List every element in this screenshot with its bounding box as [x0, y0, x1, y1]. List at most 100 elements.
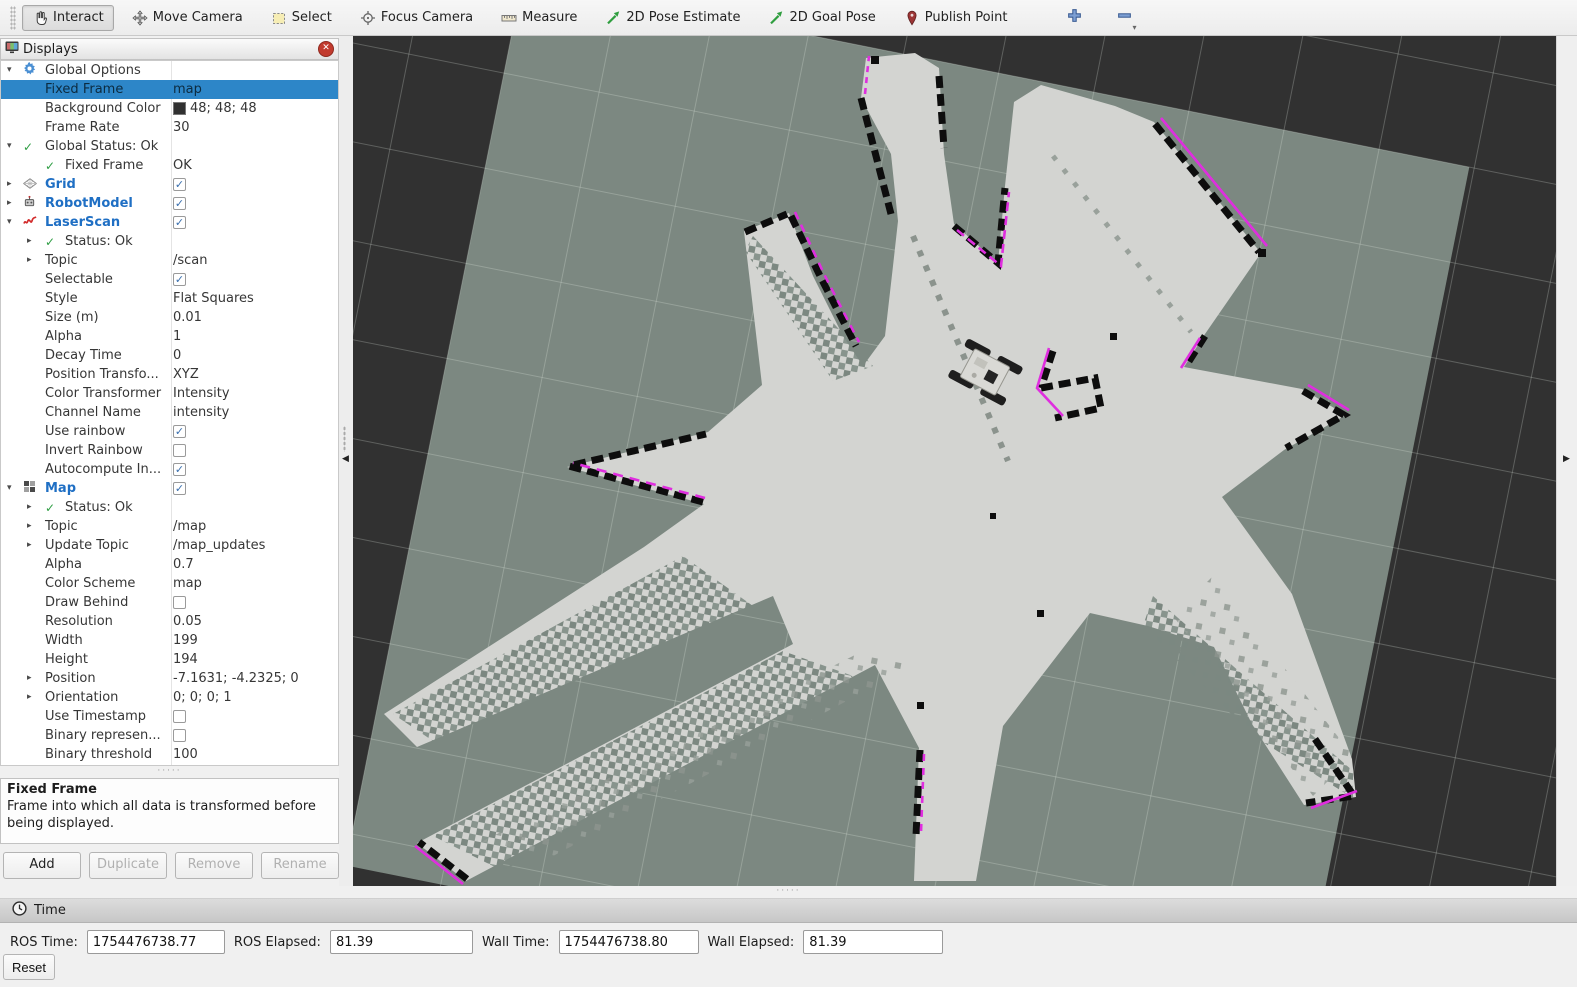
expander-right-icon[interactable]: ▸	[7, 175, 12, 194]
property-value[interactable]: 0.05	[173, 612, 202, 631]
tree-row-alpha[interactable]: Alpha0.7	[1, 555, 338, 574]
tool-publish-point[interactable]: Publish Point	[894, 5, 1018, 31]
ros-time-input[interactable]	[87, 930, 225, 954]
tree-row-orientation[interactable]: ▸Orientation0; 0; 0; 1	[1, 688, 338, 707]
time-splitter-handle[interactable]: ·····	[0, 886, 1577, 898]
add-tool-button[interactable]	[1061, 6, 1087, 30]
tree-row-decay-time[interactable]: Decay Time0	[1, 346, 338, 365]
tree-row-fixed-frame[interactable]: Fixed Framemap	[1, 80, 338, 99]
dropdown-arrow-icon[interactable]: ▾	[1132, 23, 1136, 32]
displays-titlebar[interactable]: Displays ✕	[0, 38, 339, 60]
checkbox-checked[interactable]: ✓	[173, 178, 186, 191]
property-value[interactable]: -7.1631; -4.2325; 0	[173, 669, 299, 688]
tree-row-position[interactable]: ▸Position-7.1631; -4.2325; 0	[1, 669, 338, 688]
property-value[interactable]: 1	[173, 327, 181, 346]
expander-right-icon[interactable]: ▸	[7, 194, 12, 213]
3d-viewport[interactable]	[353, 36, 1556, 886]
remove-button[interactable]: Remove	[175, 852, 253, 879]
tree-row-topic[interactable]: ▸Topic/map	[1, 517, 338, 536]
expander-right-icon[interactable]: ▸	[27, 517, 32, 536]
property-value[interactable]: 199	[173, 631, 198, 650]
expander-down-icon[interactable]: ▾	[7, 61, 12, 80]
checkbox-checked[interactable]: ✓	[173, 463, 186, 476]
wall-elapsed-input[interactable]	[803, 930, 943, 954]
tree-row-background-color[interactable]: Background Color48; 48; 48	[1, 99, 338, 118]
tree-row-grid[interactable]: ▸Grid✓	[1, 175, 338, 194]
property-value[interactable]: 100	[173, 745, 198, 764]
tree-row-resolution[interactable]: Resolution0.05	[1, 612, 338, 631]
tree-row-size-m[interactable]: Size (m)0.01	[1, 308, 338, 327]
checkbox-unchecked[interactable]	[173, 729, 186, 742]
property-value[interactable]: intensity	[173, 403, 229, 422]
tool-measure[interactable]: Measure	[491, 5, 587, 31]
tool-interact[interactable]: Interact	[22, 5, 114, 31]
tree-row-robotmodel[interactable]: ▸RobotModel✓	[1, 194, 338, 213]
tree-row-channel-name[interactable]: Channel Nameintensity	[1, 403, 338, 422]
right-panel-splitter[interactable]: ▶	[1556, 36, 1577, 886]
tree-row-laserscan[interactable]: ▾LaserScan✓	[1, 213, 338, 232]
tree-row-update-topic[interactable]: ▸Update Topic/map_updates	[1, 536, 338, 555]
tree-row-invert-rainbow[interactable]: Invert Rainbow	[1, 441, 338, 460]
tool-2d-pose-estimate[interactable]: 2D Pose Estimate	[595, 5, 750, 31]
tree-row-global-options[interactable]: ▾Global Options	[1, 61, 338, 80]
tree-row-style[interactable]: StyleFlat Squares	[1, 289, 338, 308]
close-icon[interactable]: ✕	[318, 41, 334, 57]
tree-row-binary-represen[interactable]: Binary represen...	[1, 726, 338, 745]
checkbox-unchecked[interactable]	[173, 710, 186, 723]
tree-row-width[interactable]: Width199	[1, 631, 338, 650]
property-value[interactable]: /scan	[173, 251, 208, 270]
checkbox-unchecked[interactable]	[173, 596, 186, 609]
property-value[interactable]: /map_updates	[173, 536, 265, 555]
tree-row-map[interactable]: ▾Map✓	[1, 479, 338, 498]
checkbox-checked[interactable]: ✓	[173, 197, 186, 210]
tree-row-autocompute-in[interactable]: Autocompute In...✓	[1, 460, 338, 479]
property-value[interactable]: Intensity	[173, 384, 230, 403]
checkbox-checked[interactable]: ✓	[173, 216, 186, 229]
tree-row-alpha[interactable]: Alpha1	[1, 327, 338, 346]
expander-right-icon[interactable]: ▸	[27, 669, 32, 688]
checkbox-unchecked[interactable]	[173, 444, 186, 457]
property-value[interactable]: map	[173, 80, 202, 99]
tool-focus-camera[interactable]: Focus Camera	[350, 5, 483, 31]
ros-elapsed-input[interactable]	[330, 930, 473, 954]
property-value[interactable]: XYZ	[173, 365, 199, 384]
property-value[interactable]: OK	[173, 156, 192, 175]
expander-right-icon[interactable]: ▸	[27, 232, 32, 251]
tree-row-status-ok[interactable]: ▸✓Status: Ok	[1, 232, 338, 251]
expander-right-icon[interactable]: ▸	[27, 251, 32, 270]
property-value[interactable]: 0	[173, 346, 181, 365]
tool-move-camera[interactable]: Move Camera	[122, 5, 253, 31]
wall-time-input[interactable]	[559, 930, 699, 954]
checkbox-checked[interactable]: ✓	[173, 425, 186, 438]
tree-row-draw-behind[interactable]: Draw Behind	[1, 593, 338, 612]
tree-row-position-transfo[interactable]: Position Transfo...XYZ	[1, 365, 338, 384]
checkbox-checked[interactable]: ✓	[173, 273, 186, 286]
time-panel-header[interactable]: Time	[0, 898, 1577, 923]
property-value[interactable]: 30	[173, 118, 190, 137]
remove-tool-button[interactable]: ▾	[1111, 6, 1137, 30]
expander-down-icon[interactable]: ▾	[7, 213, 12, 232]
tree-row-fixed-frame[interactable]: ✓Fixed FrameOK	[1, 156, 338, 175]
color-value[interactable]: 48; 48; 48	[173, 99, 257, 118]
expand-right-arrow-icon[interactable]: ▶	[1563, 454, 1570, 464]
left-panel-splitter[interactable]: ◀	[339, 36, 353, 886]
checkbox-checked[interactable]: ✓	[173, 482, 186, 495]
property-value[interactable]: /map	[173, 517, 206, 536]
add-button[interactable]: Add	[3, 852, 81, 879]
expander-right-icon[interactable]: ▸	[27, 498, 32, 517]
reset-button[interactable]: Reset	[3, 954, 55, 980]
property-value[interactable]: map	[173, 574, 202, 593]
expander-down-icon[interactable]: ▾	[7, 137, 12, 156]
toolbar-drag-handle[interactable]	[10, 6, 16, 30]
tree-row-height[interactable]: Height194	[1, 650, 338, 669]
tree-row-global-status-ok[interactable]: ▾✓Global Status: Ok	[1, 137, 338, 156]
tree-splitter-handle[interactable]: ·····	[0, 768, 339, 776]
expander-down-icon[interactable]: ▾	[7, 479, 12, 498]
tree-row-color-transformer[interactable]: Color TransformerIntensity	[1, 384, 338, 403]
collapse-left-arrow-icon[interactable]: ◀	[342, 454, 349, 464]
tree-row-frame-rate[interactable]: Frame Rate30	[1, 118, 338, 137]
tree-row-binary-threshold[interactable]: Binary threshold100	[1, 745, 338, 764]
property-value[interactable]: 0.01	[173, 308, 202, 327]
tree-row-color-scheme[interactable]: Color Schememap	[1, 574, 338, 593]
tool-select[interactable]: Select	[261, 5, 342, 31]
